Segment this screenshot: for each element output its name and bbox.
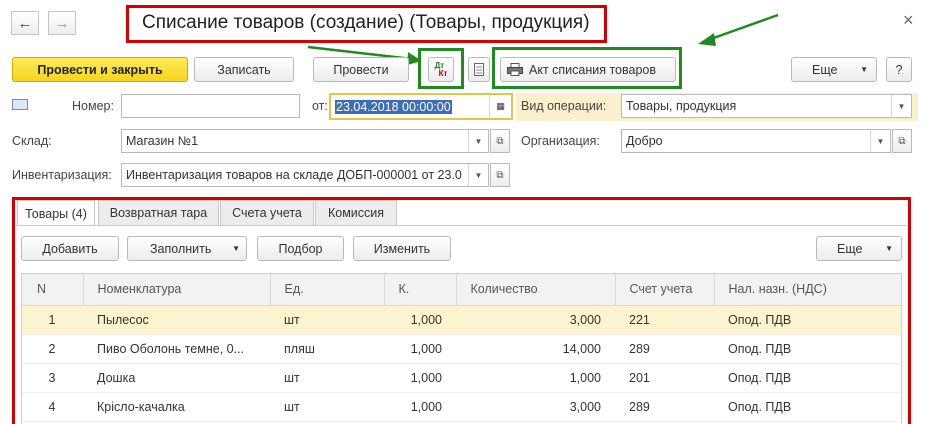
tab-goods[interactable]: Товары (4) (17, 200, 95, 226)
close-icon[interactable]: × (903, 10, 914, 31)
print-act-label: Акт списания товаров (529, 62, 657, 77)
org-select[interactable]: Добро ▼ (621, 129, 891, 153)
report-button[interactable] (468, 57, 490, 82)
org-label: Организация: (521, 134, 600, 148)
inventory-open-button[interactable]: ⧉ (490, 163, 510, 187)
operation-select[interactable]: Товары, продукция ▼ (621, 94, 912, 118)
back-button[interactable]: ← (11, 11, 39, 35)
post-and-close-button[interactable]: Провести и закрыть (12, 57, 188, 82)
arrow-left-icon: ← (17, 14, 33, 32)
help-button[interactable]: ? (886, 57, 912, 82)
more-button[interactable]: Еще ▼ (791, 57, 877, 82)
inventory-value: Инвентаризация товаров на складе ДОБП-00… (126, 168, 462, 182)
inventory-select[interactable]: Инвентаризация товаров на складе ДОБП-00… (121, 163, 489, 187)
date-value: 23.04.2018 00:00:00 (335, 99, 452, 114)
dropdown-arrow-icon[interactable]: ▼ (468, 164, 488, 186)
forward-button[interactable]: → (48, 11, 76, 35)
open-icon: ⧉ (496, 169, 504, 181)
arrow-right-icon: → (54, 14, 70, 32)
tab-returnable-packaging[interactable]: Возвратная тара (98, 200, 219, 225)
warehouse-label: Склад: (12, 134, 52, 148)
warehouse-value: Магазин №1 (126, 134, 199, 148)
date-input[interactable]: 23.04.2018 00:00:00 ▦ (329, 93, 513, 120)
page-title: Списание товаров (создание) (Товары, про… (142, 12, 590, 33)
warehouse-select[interactable]: Магазин №1 ▼ (121, 129, 489, 153)
document-icon (474, 63, 484, 76)
open-icon: ⧉ (898, 135, 906, 147)
table-more-button[interactable]: Еще ▼ (816, 236, 902, 261)
dropdown-arrow-icon[interactable]: ▼ (891, 95, 911, 117)
printer-icon (507, 63, 523, 76)
number-input[interactable] (121, 94, 300, 118)
operation-label: Вид операции: (521, 99, 607, 113)
table-more-label: Еще (837, 241, 863, 256)
post-button[interactable]: Провести (313, 57, 409, 82)
org-open-button[interactable]: ⧉ (892, 129, 912, 153)
dropdown-arrow-icon: ▼ (885, 244, 893, 253)
tab-commission[interactable]: Комиссия (315, 200, 397, 225)
pick-button[interactable]: Подбор (257, 236, 344, 261)
fill-label: Заполнить (150, 241, 212, 256)
number-label: Номер: (72, 99, 114, 113)
table-frame (21, 273, 902, 424)
dropdown-arrow-icon[interactable]: ▼ (870, 130, 890, 152)
print-act-button[interactable]: Акт списания товаров (500, 57, 676, 82)
dropdown-arrow-icon: ▼ (232, 244, 240, 253)
calendar-icon[interactable]: ▦ (489, 95, 511, 118)
operation-value: Товары, продукция (626, 99, 737, 113)
tab-divider (16, 225, 907, 226)
dtkt-icon: Дт Кт (434, 60, 448, 78)
org-value: Добро (626, 134, 663, 148)
open-icon: ⧉ (496, 135, 504, 147)
document-list-icon[interactable] (12, 99, 28, 110)
annotation-arrow-right (698, 13, 779, 46)
inventory-label: Инвентаризация: (12, 168, 112, 182)
fill-button[interactable]: Заполнить ▼ (127, 236, 247, 261)
tab-accounts[interactable]: Счета учета (220, 200, 314, 225)
dropdown-arrow-icon: ▼ (860, 65, 868, 74)
dropdown-arrow-icon[interactable]: ▼ (468, 130, 488, 152)
change-button[interactable]: Изменить (353, 236, 451, 261)
more-label: Еще (812, 62, 838, 77)
date-label: от: (312, 99, 328, 113)
warehouse-open-button[interactable]: ⧉ (490, 129, 510, 153)
dtkt-button[interactable]: Дт Кт (428, 57, 454, 82)
add-button[interactable]: Добавить (21, 236, 119, 261)
save-button[interactable]: Записать (194, 57, 294, 82)
